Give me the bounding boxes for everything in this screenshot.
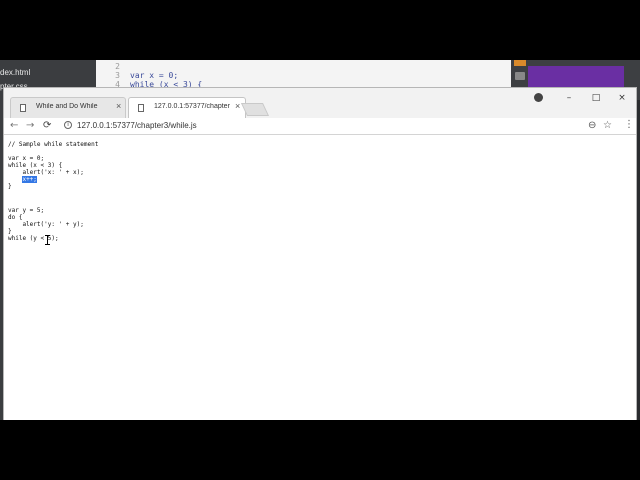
profile-icon[interactable] bbox=[534, 93, 543, 102]
source-line: alert('y: ' + y); bbox=[8, 221, 84, 228]
close-icon[interactable]: × bbox=[235, 101, 240, 111]
source-line-selected: x++; bbox=[8, 176, 37, 183]
info-icon[interactable]: i bbox=[64, 121, 72, 129]
back-button[interactable]: ← bbox=[10, 119, 18, 133]
forward-button[interactable]: → bbox=[26, 119, 34, 133]
maximize-button[interactable]: □ bbox=[584, 90, 608, 106]
close-icon[interactable]: × bbox=[116, 101, 121, 111]
source-line: do { bbox=[8, 214, 23, 221]
text-cursor-icon bbox=[45, 235, 51, 245]
page-icon bbox=[20, 104, 26, 112]
page-icon bbox=[138, 104, 144, 112]
page-content: // Sample while statement var x = 0; whi… bbox=[4, 135, 636, 420]
reload-button[interactable]: ⟳ bbox=[43, 119, 51, 133]
source-line: alert('x: ' + x); bbox=[8, 169, 84, 176]
extension-icon[interactable] bbox=[515, 72, 525, 80]
code-line: var x = 0; bbox=[130, 71, 179, 80]
source-line: } bbox=[8, 183, 12, 190]
notification-icon[interactable] bbox=[514, 60, 526, 66]
bookmark-star-icon[interactable]: ☆ bbox=[603, 119, 612, 133]
selected-text[interactable]: x++; bbox=[22, 176, 37, 183]
new-tab-button[interactable] bbox=[240, 103, 270, 116]
browser-window: While and Do While × 127.0.0.1:57377/cha… bbox=[3, 87, 637, 420]
minimize-button[interactable]: – bbox=[557, 90, 581, 106]
menu-icon[interactable]: ⋮ bbox=[624, 118, 634, 132]
source-line: var x = 0; bbox=[8, 155, 45, 162]
browser-toolbar: ← → ⟳ i 127.0.0.1:57377/chapter3/while.j… bbox=[4, 118, 636, 135]
browser-titlebar: While and Do While × 127.0.0.1:57377/cha… bbox=[4, 88, 636, 118]
tab-label: 127.0.0.1:57377/chapter3 bbox=[154, 103, 230, 110]
tab-while-js[interactable]: 127.0.0.1:57377/chapter3 × bbox=[128, 97, 246, 118]
tab-while-and-do-while[interactable]: While and Do While × bbox=[10, 97, 126, 118]
zoom-icon[interactable]: ⊖ bbox=[588, 119, 596, 133]
line-number: 3 bbox=[115, 71, 120, 80]
url-text[interactable]: 127.0.0.1:57377/chapter3/while.js bbox=[77, 121, 197, 130]
tab-label: While and Do While bbox=[36, 103, 98, 110]
sidebar-file-item[interactable]: dex.html bbox=[0, 68, 30, 77]
line-number: 2 bbox=[115, 62, 120, 71]
address-bar[interactable]: i 127.0.0.1:57377/chapter3/while.js ⊖ ☆ bbox=[59, 119, 623, 133]
source-line: // Sample while statement bbox=[8, 141, 99, 148]
preview-panel bbox=[528, 66, 624, 88]
source-line: while (x < 3) { bbox=[8, 162, 63, 169]
close-window-button[interactable]: × bbox=[610, 90, 634, 106]
source-line: } bbox=[8, 228, 12, 235]
source-line: var y = 5; bbox=[8, 207, 45, 214]
